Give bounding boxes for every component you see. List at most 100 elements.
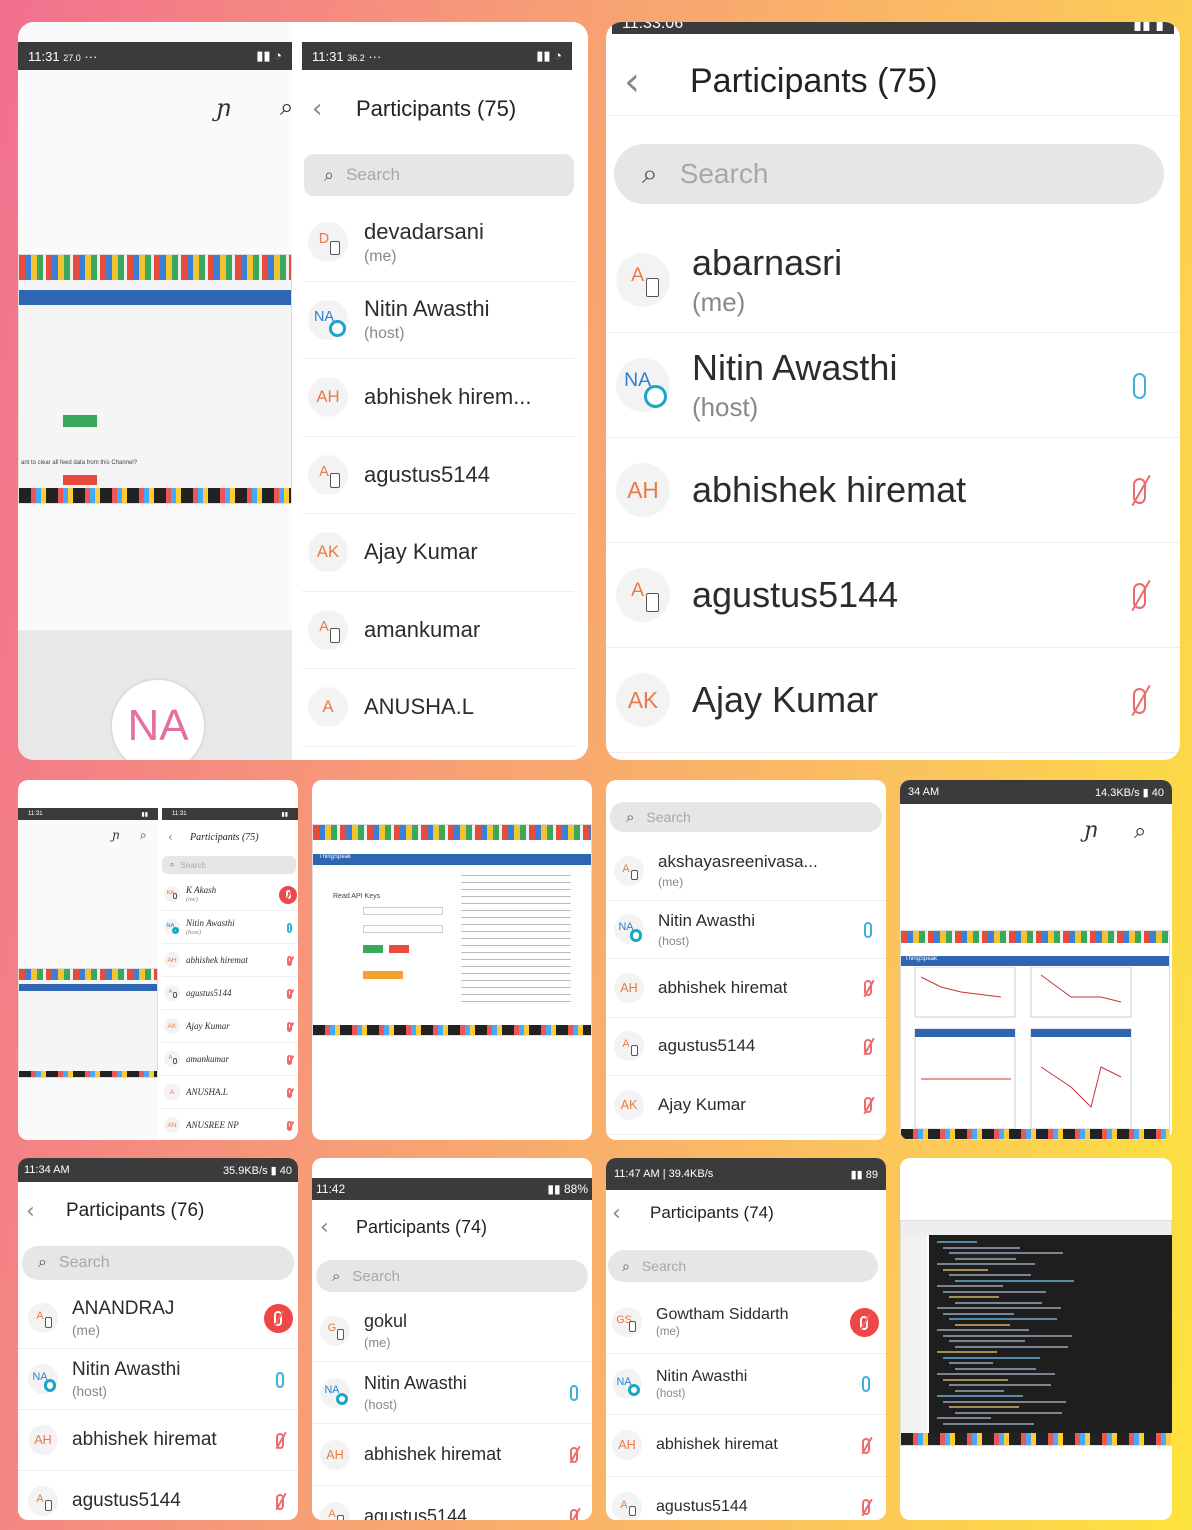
participant-row[interactable]: Aabarnasri (me) [606, 228, 1180, 333]
participant-row[interactable]: A ANUSHA.L [162, 1076, 298, 1109]
search-input[interactable]: ⌕ Search [614, 144, 1164, 204]
participant-name: Nitin Awasthi [656, 1367, 748, 1385]
phone-icon [172, 992, 177, 999]
participant-row[interactable]: AH abhishek hiremat [18, 1410, 298, 1471]
participant-avatar: A [616, 568, 670, 622]
annotate-icon[interactable]: ɲ [216, 94, 231, 122]
participant-row[interactable]: NA Nitin Awasthi (host) [312, 1362, 592, 1424]
participant-name: Nitin Awasthi [364, 296, 490, 322]
participant-row[interactable]: NA Nitin Awasthi (host) [606, 901, 886, 959]
participant-row[interactable]: Aamankumar [162, 1043, 298, 1076]
participant-row[interactable]: Aagustus5144 [302, 437, 574, 514]
code-line [943, 1246, 1020, 1249]
search-input[interactable]: ⌕ Search [608, 1250, 878, 1282]
mic-muted-icon [287, 1120, 292, 1131]
battery: 89 [865, 1168, 878, 1181]
mic-muted-icon [1133, 687, 1146, 714]
participant-row[interactable]: AH abhishek hiremat [606, 959, 886, 1018]
participant-row[interactable]: AH abhishek hiremat [162, 944, 298, 977]
code-line [949, 1318, 1057, 1320]
participant-name-block: amankumar [186, 1054, 229, 1064]
participant-row[interactable]: Ggokul (me) [312, 1300, 592, 1362]
status-bar: 11:34 AM 35.9KB/s ▮ 40 [18, 1158, 298, 1182]
participant-row[interactable]: AH abhishek hirem... [302, 359, 574, 437]
back-chevron-icon[interactable]: ‹ [26, 1199, 48, 1224]
code-line [949, 1252, 1063, 1254]
participant-row[interactable]: Aagustus5144 [18, 1471, 298, 1520]
participant-name: agustus5144 [364, 1506, 468, 1520]
participant-row[interactable]: A ANUSHA.L [302, 669, 574, 747]
participant-row[interactable]: AK Ajay Kumar [606, 1076, 886, 1135]
participant-row[interactable]: Aagustus5144 [312, 1486, 592, 1520]
participants-icon[interactable]: ⌕ [1134, 818, 1146, 844]
back-chevron-icon[interactable]: ‹ [612, 1201, 634, 1226]
participant-avatar: A [164, 1084, 180, 1100]
participant-avatar: A [614, 855, 644, 886]
participant-role: (host) [658, 933, 690, 948]
participant-avatar: AK [614, 1089, 644, 1120]
annotate-icon[interactable]: ɲ [112, 828, 120, 842]
phone-icon [330, 628, 340, 643]
mute-toggle-button[interactable] [279, 885, 298, 904]
participant-row[interactable]: Aakshayasreenivasa... (me) [606, 842, 886, 901]
participant-row[interactable]: Aagustus5144 [606, 1477, 886, 1520]
mute-toggle-button[interactable] [263, 1304, 293, 1333]
avatar-initials: A [622, 862, 630, 875]
participant-name-block: abhishek hirem... [364, 384, 532, 410]
back-chevron-icon[interactable]: ‹ [624, 59, 664, 105]
search-input[interactable]: ⌕ Search [162, 856, 296, 874]
participant-row[interactable]: Aagustus5144 [162, 977, 298, 1010]
search-input[interactable]: ⌕ Search [304, 154, 574, 196]
participant-name-block: ANUSHA.L [364, 694, 474, 720]
search-input[interactable]: ⌕ Search [316, 1260, 588, 1292]
search-input[interactable]: ⌕ Search [610, 802, 882, 832]
avatar-initials: AK [167, 1022, 177, 1030]
participant-row[interactable]: NA Nitin Awasthi (host) [18, 1349, 298, 1410]
participant-avatar: NA [28, 1364, 58, 1394]
participant-row[interactable]: Ddevadarsani (me) [302, 204, 574, 282]
code-line [937, 1307, 1061, 1309]
participant-name: Ajay Kumar [692, 679, 879, 720]
participant-row[interactable]: NA Nitin Awasthi (host) [606, 333, 1180, 438]
participant-row[interactable]: Aamankumar [302, 592, 574, 669]
participant-avatar: A [320, 1501, 350, 1520]
status-bar: 11:31 27.0 ··· ▮▮ ◔ [18, 42, 292, 70]
participant-row[interactable]: AH abhishek hiremat [606, 438, 1180, 543]
participant-name-block: abhishek hiremat [364, 1444, 501, 1465]
participant-row[interactable]: AH abhishek hiremat [606, 1415, 886, 1477]
participant-row[interactable]: AN ANUSREE NP [162, 1109, 298, 1140]
search-input[interactable]: ⌕ Search [22, 1246, 294, 1280]
mute-toggle-button[interactable] [849, 1308, 879, 1338]
mic-muted-icon [864, 980, 872, 997]
participants-icon[interactable]: ⌕ [280, 94, 292, 122]
participant-row[interactable]: AK Ajay Kumar [302, 514, 574, 592]
participant-row[interactable]: NA Nitin Awasthi (host) [302, 282, 574, 359]
participant-row[interactable]: A ANANDRAJ (me) [18, 1288, 298, 1349]
mic-on-icon [864, 921, 872, 938]
participant-row[interactable]: NA Nitin Awasthi (host) [162, 911, 298, 944]
participant-row[interactable]: AH abhishek hiremat [312, 1424, 592, 1486]
back-chevron-icon[interactable]: ‹ [320, 1215, 342, 1240]
participant-row[interactable]: GS Gowtham Siddarth (me) [606, 1292, 886, 1354]
participant-name-block: abhishek hiremat [186, 955, 248, 965]
status-time: 11:31 [28, 48, 60, 64]
phone-screen-participants: 11:31 36.2 ··· ▮▮ ◔ ‹ Participants (75) ⌕… [302, 22, 588, 760]
collage-tile-10 [900, 1158, 1172, 1520]
participant-row[interactable]: Aagustus5144 [606, 543, 1180, 648]
back-chevron-icon[interactable]: ‹ [312, 94, 342, 124]
avatar-initials: AH [326, 1447, 344, 1462]
participant-row[interactable]: KA K Akash (me) [162, 878, 298, 911]
participants-header: ‹ Participants (75) [606, 48, 1180, 116]
participant-name: akshayasreenivasa... [658, 852, 818, 872]
participant-row[interactable]: Aagustus5144 [606, 1018, 886, 1076]
code-line [937, 1351, 997, 1353]
participant-row[interactable]: AK Ajay Kumar [606, 648, 1180, 753]
back-chevron-icon[interactable]: ‹ [168, 830, 180, 844]
participants-icon[interactable]: ⌕ [140, 828, 147, 843]
participant-row[interactable]: NA Nitin Awasthi (host) [606, 1354, 886, 1415]
annotate-icon[interactable]: ɲ [1084, 818, 1098, 843]
participant-avatar: NA [612, 1368, 642, 1399]
battery: 40 [1151, 786, 1164, 799]
participant-avatar: A [616, 253, 670, 307]
participant-row[interactable]: AK Ajay Kumar [162, 1010, 298, 1043]
